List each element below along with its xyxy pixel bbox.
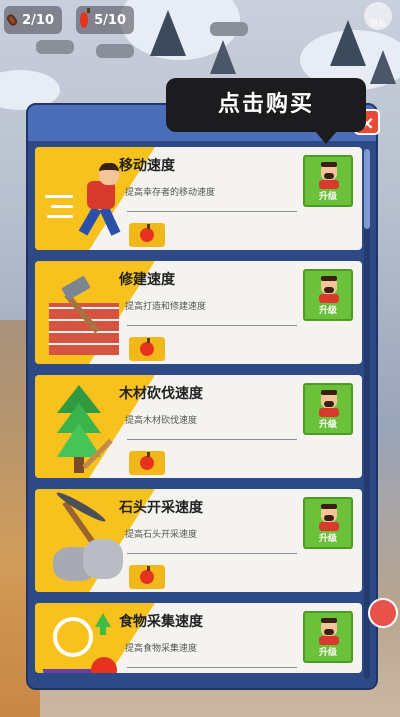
upgrade-button[interactable]: 升级	[303, 269, 353, 321]
apple-icon	[140, 338, 154, 356]
upgrade-desc: 提高石头开采速度	[125, 530, 198, 540]
upgrade-desc: 提高木材砍伐速度	[125, 416, 198, 426]
upgrade-card-wood-speed: 木材砍伐速度 提高木材砍伐速度 升级	[35, 375, 362, 478]
privacy-button[interactable]: 隐私	[364, 2, 392, 30]
upgrade-title: 修建速度	[119, 272, 175, 288]
upgrade-desc: 提高幸存者的移动速度	[125, 188, 216, 198]
survivor-avatar-icon	[319, 276, 339, 303]
wood-count: 2/10	[22, 12, 54, 28]
upgrade-card-move-speed: 移动速度 提高幸存者的移动速度 升级	[35, 147, 362, 250]
upgrade-title: 木材砍伐速度	[119, 386, 203, 402]
upgrade-card-stone-speed: 石头开采速度 提高石头开采速度 升级	[35, 489, 362, 592]
character-avatar-button[interactable]	[368, 598, 398, 628]
survivor-avatar-icon	[319, 162, 339, 189]
upgrade-card-build-speed: 修建速度 提高打造和修建速度 升级	[35, 261, 362, 364]
scrollbar-thumb[interactable]	[364, 149, 370, 229]
divider	[127, 439, 297, 440]
upgrade-button-label: 升级	[318, 648, 337, 658]
cost-badge	[129, 451, 165, 475]
abandoned-car	[210, 22, 248, 36]
apple-icon	[140, 566, 154, 584]
pine-tree	[370, 50, 396, 84]
survivor-avatar-icon	[319, 504, 339, 531]
survivor-avatar-icon	[319, 618, 339, 645]
abandoned-car	[36, 40, 74, 54]
upgrade-button[interactable]: 升级	[303, 383, 353, 435]
divider	[127, 211, 297, 212]
upgrade-button[interactable]: 升级	[303, 497, 353, 549]
stopwatch-icon	[53, 617, 93, 657]
survivor-avatar-icon	[319, 390, 339, 417]
upgrade-button-label: 升级	[318, 420, 337, 430]
cost-badge	[129, 565, 165, 589]
purchase-tooltip: 点击购买	[166, 78, 366, 144]
food-count: 5/10	[94, 12, 126, 28]
upgrade-title: 移动速度	[119, 158, 175, 174]
food-bowl-icon	[43, 669, 93, 673]
pine-tree	[150, 10, 186, 56]
pine-tree	[210, 40, 236, 74]
wood-log-icon	[5, 12, 19, 28]
pine-tree	[330, 20, 366, 66]
upgrade-button-label: 升级	[318, 534, 337, 544]
upgrade-card-food-speed: 食物采集速度 提高食物采集速度 升级	[35, 603, 362, 673]
upgrade-desc: 提高食物采集速度	[125, 644, 198, 654]
divider	[127, 553, 297, 554]
apple-icon	[140, 452, 154, 470]
apple-icon	[140, 224, 154, 242]
divider	[127, 325, 297, 326]
upgrade-button[interactable]: 升级	[303, 611, 353, 663]
upgrade-title: 食物采集速度	[119, 614, 203, 630]
divider	[127, 667, 297, 668]
cost-badge	[129, 223, 165, 247]
upgrade-button-label: 升级	[318, 306, 337, 316]
scrollbar[interactable]	[364, 149, 370, 679]
food-counter: 5/10	[76, 6, 134, 34]
upgrade-button[interactable]: 升级	[303, 155, 353, 207]
cost-badge	[129, 337, 165, 361]
apple-icon	[80, 8, 91, 28]
abandoned-car	[96, 44, 134, 58]
upgrade-button-label: 升级	[318, 192, 337, 202]
upgrade-title: 石头开采速度	[119, 500, 203, 516]
wood-counter: 2/10	[4, 6, 62, 34]
upgrade-desc: 提高打造和修建速度	[125, 302, 207, 312]
